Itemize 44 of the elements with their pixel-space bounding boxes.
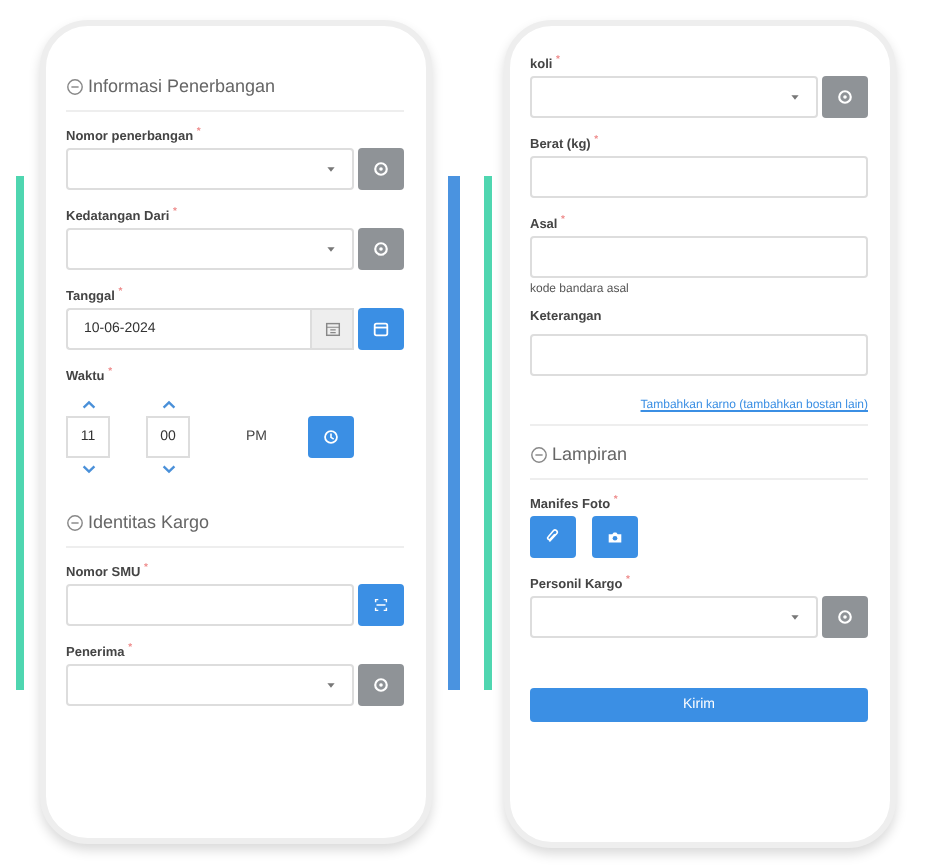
select-field[interactable] [530,596,818,638]
select-field[interactable] [66,664,354,706]
chevron-up-icon [159,396,177,414]
input-field[interactable] [66,584,354,626]
input-field[interactable] [530,334,868,376]
gear-icon [836,88,854,106]
collapse-icon [66,77,84,95]
icon-button[interactable] [822,76,868,118]
select-field[interactable] [66,148,354,190]
section-title: Lampiran [552,444,628,464]
icon-button[interactable] [358,228,404,270]
calendar-icon [372,320,390,338]
icon-button[interactable] [592,516,638,558]
input-field[interactable] [530,156,868,198]
icon-button[interactable] [822,596,868,638]
collapse-icon [530,445,548,463]
icon-button[interactable] [530,516,576,558]
camera-icon [606,528,624,546]
gear-icon [372,160,390,178]
paperclip-icon [544,528,562,546]
gear-icon [372,240,390,258]
icon-button[interactable] [358,664,404,706]
chevron-down-icon [79,460,97,478]
decrement-button[interactable] [79,460,97,478]
collapse-icon [66,513,84,531]
icon-button[interactable] [307,416,353,458]
select-field[interactable] [66,228,354,270]
section-title: Informasi Penerbangan [88,76,276,96]
section-title: Identitas Kargo [88,512,210,532]
icon-button[interactable] [358,584,404,626]
clock-icon [321,428,339,446]
chevron-up-icon [79,396,97,414]
input-field[interactable] [530,236,868,278]
chevron-down-icon [159,460,177,478]
increment-button[interactable] [159,396,177,414]
icon-button[interactable] [358,148,404,190]
gear-icon [372,676,390,694]
scan-icon [372,596,390,614]
select-field[interactable] [530,76,818,118]
decrement-button[interactable] [159,460,177,478]
icon-button[interactable] [358,308,404,350]
increment-button[interactable] [79,396,97,414]
gear-icon [836,608,854,626]
calendar-icon [323,320,341,338]
